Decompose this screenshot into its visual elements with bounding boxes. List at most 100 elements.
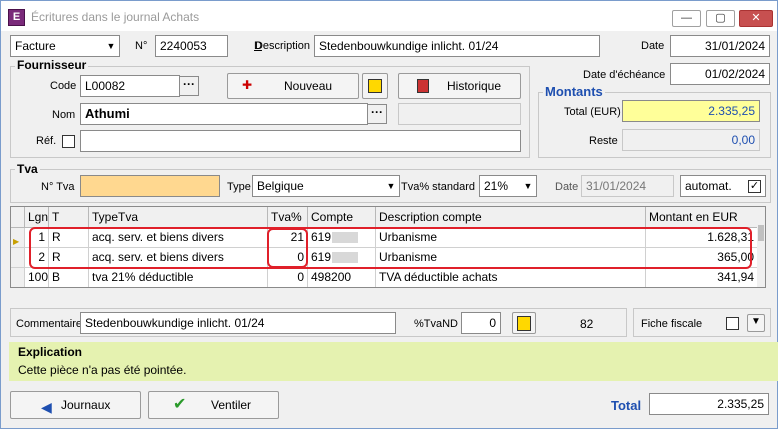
tva-title: Tva: [15, 162, 40, 176]
line-count: 82: [580, 317, 594, 331]
cell-t[interactable]: B: [49, 268, 89, 287]
col-header-description[interactable]: Description compte: [376, 207, 646, 228]
maximize-button[interactable]: ▢: [706, 10, 735, 27]
fournisseur-title: Fournisseur: [15, 58, 89, 72]
tva-std-label: Tva% standard: [401, 181, 475, 193]
main-window: E Écritures dans le journal Achats — ▢ ✕…: [0, 0, 778, 429]
fiche-fiscale-dropdown[interactable]: ▼: [747, 314, 765, 332]
total-eur-value: 2.335,25: [622, 100, 760, 122]
description-input[interactable]: Stedenbouwkundige inlicht. 01/24: [314, 35, 600, 57]
tva-num-label: N° Tva: [41, 181, 75, 193]
row-indicator[interactable]: [11, 268, 25, 287]
reste-value: 0,00: [622, 129, 760, 151]
col-header-montant[interactable]: Montant en EUR: [646, 207, 758, 228]
app-icon: E: [8, 9, 25, 26]
close-button[interactable]: ✕: [739, 10, 773, 27]
highlight-rows-annotation: [29, 227, 752, 269]
contact-card-icon: [368, 79, 382, 93]
chevron-down-icon: ▼: [523, 181, 533, 191]
scrollbar-thumb[interactable]: [758, 225, 764, 241]
col-header-compte[interactable]: Compte: [308, 207, 376, 228]
highlight-tva-annotation: [267, 228, 308, 268]
historique-label: Historique: [447, 79, 502, 93]
commentaire-label: Commentaire: [16, 318, 83, 330]
nom-input[interactable]: Athumi: [80, 103, 368, 125]
history-icon: [417, 79, 429, 93]
commentaire-input[interactable]: Stedenbouwkundige inlicht. 01/24: [80, 312, 396, 334]
ref-input[interactable]: [80, 130, 521, 152]
col-header-t[interactable]: T: [49, 207, 89, 228]
code-input[interactable]: L00082: [80, 75, 180, 97]
col-header-tva[interactable]: Tva%: [268, 207, 308, 228]
automat-checkbox[interactable]: ✓: [748, 180, 761, 193]
chevron-down-icon: ▼: [386, 181, 396, 191]
total-value: 2.335,25: [649, 393, 769, 415]
code-label: Code: [50, 80, 77, 92]
cell-tva[interactable]: 0: [268, 268, 308, 287]
chevron-down-icon: ▼: [751, 316, 761, 327]
calculator-button[interactable]: [512, 312, 536, 334]
nouveau-button[interactable]: ✚ Nouveau: [227, 73, 359, 99]
explication-text: Cette pièce n'a pas été pointée.: [18, 363, 187, 377]
row-pointer-icon: ▶: [13, 237, 20, 246]
historique-button[interactable]: Historique: [398, 73, 521, 99]
window-title: Écritures dans le journal Achats: [31, 10, 200, 24]
tvand-input[interactable]: 0: [461, 312, 501, 334]
tva-type-label: Type: [227, 181, 251, 193]
cell-description[interactable]: TVA déductible achats: [376, 268, 646, 287]
fiche-fiscale-label: Fiche fiscale: [641, 318, 703, 330]
tva-std-value: 21%: [484, 179, 509, 193]
grid-scrollbar[interactable]: [757, 207, 765, 287]
automat-label: automat.: [685, 179, 732, 193]
minimize-button[interactable]: —: [672, 10, 701, 27]
cell-montant[interactable]: 341,94: [646, 268, 758, 287]
due-date-label: Date d'échéance: [583, 69, 666, 81]
contact-card-button[interactable]: [362, 73, 388, 99]
cell-lgn[interactable]: 100: [25, 268, 49, 287]
nom-extra-field: [398, 103, 521, 125]
row-indicator[interactable]: [11, 248, 25, 268]
explication-title: Explication: [18, 345, 83, 359]
tva-std-select[interactable]: 21% ▼: [479, 175, 537, 197]
tva-type-select[interactable]: Belgique ▼: [252, 175, 400, 197]
chevron-down-icon: ▼: [106, 41, 116, 51]
total-eur-label: Total (EUR): [564, 106, 621, 118]
num-label: N°: [135, 40, 148, 52]
ref-checkbox[interactable]: [62, 135, 75, 148]
journaux-label: Journaux: [61, 398, 111, 412]
cell-compte[interactable]: 498200: [308, 268, 376, 287]
add-user-icon: ✚: [242, 78, 253, 92]
date-label: Date: [641, 40, 665, 52]
calculator-icon: [517, 316, 531, 331]
automat-field[interactable]: automat. ✓: [680, 175, 766, 197]
montants-title: Montants: [543, 84, 605, 99]
row-indicator[interactable]: ▶: [11, 228, 25, 248]
checkmark-icon: ✔: [173, 396, 187, 413]
tva-date-label: Date: [555, 181, 579, 193]
nouveau-label: Nouveau: [284, 79, 333, 93]
cell-typetva[interactable]: tva 21% déductible: [89, 268, 268, 287]
ref-label: Réf.: [36, 135, 57, 147]
doc-type-select[interactable]: Facture ▼: [10, 35, 120, 57]
num-input[interactable]: 2240053: [155, 35, 228, 57]
total-label: Total: [611, 398, 642, 413]
description-label: DDescription: [254, 40, 310, 52]
reste-label: Reste: [589, 135, 618, 147]
ventiler-button[interactable]: ✔ Ventiler: [148, 391, 279, 419]
date-input[interactable]: 31/01/2024: [670, 35, 770, 57]
col-header-typetva[interactable]: TypeTva: [89, 207, 268, 228]
description-label-text: Description: [254, 40, 310, 52]
tva-num-input[interactable]: [80, 175, 220, 197]
fiche-fiscale-checkbox[interactable]: [726, 317, 739, 330]
code-browse-button[interactable]: ···: [179, 76, 199, 96]
ventiler-label: Ventiler: [211, 398, 252, 412]
tvand-label: %TvaND: [414, 318, 459, 330]
arrow-left-icon: ◀: [41, 399, 52, 415]
due-date-input[interactable]: 01/02/2024: [670, 63, 770, 85]
row-header-corner: [11, 207, 25, 228]
journaux-button[interactable]: ◀ Journaux: [10, 391, 141, 419]
doc-type-value: Facture: [15, 39, 56, 53]
nom-browse-button[interactable]: ···: [367, 104, 387, 124]
col-header-lgn[interactable]: Lgn: [25, 207, 49, 228]
nom-label: Nom: [52, 109, 76, 121]
